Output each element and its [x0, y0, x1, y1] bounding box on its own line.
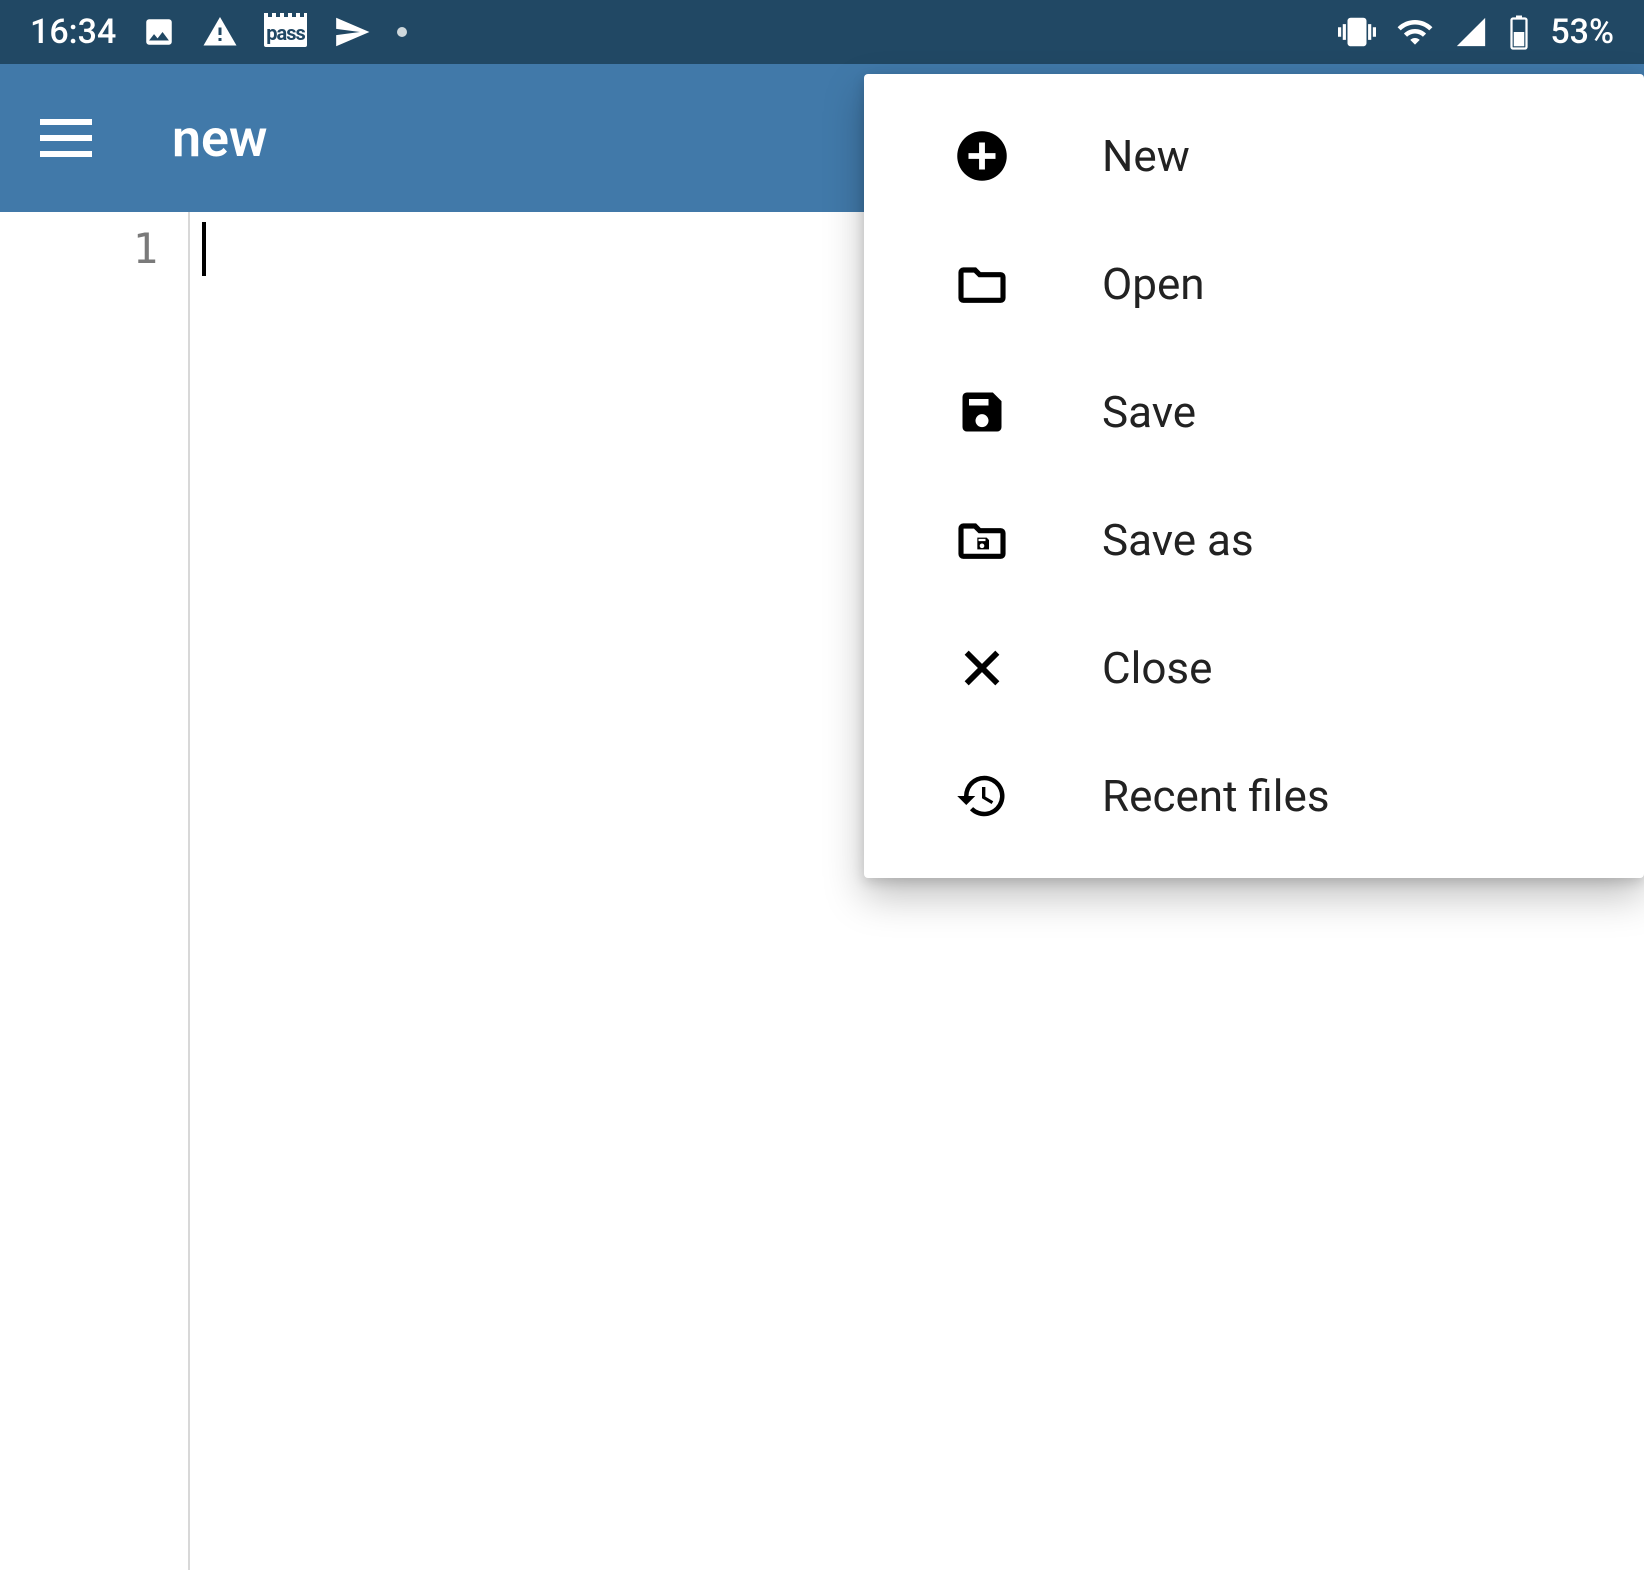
menu-item-label: Recent files — [1102, 770, 1584, 822]
image-icon — [142, 15, 176, 49]
folder-open-icon — [954, 255, 1010, 313]
status-left: 16:34 pass — [30, 12, 407, 52]
save-icon — [954, 386, 1010, 438]
page-title: new — [172, 108, 267, 169]
menu-item-label: New — [1102, 130, 1584, 182]
menu-item-label: Close — [1102, 642, 1584, 694]
cell-icon — [1454, 15, 1488, 49]
battery-text: 53% — [1550, 12, 1614, 52]
line-number: 1 — [0, 224, 158, 273]
menu-item-label: Save as — [1102, 514, 1584, 566]
hamburger-menu-button[interactable] — [40, 119, 92, 157]
save-as-icon — [954, 511, 1010, 569]
history-icon — [954, 769, 1010, 823]
menu-item-label: Save — [1102, 386, 1584, 438]
text-cursor — [202, 222, 206, 276]
menu-item-save-as[interactable]: Save as — [864, 476, 1644, 604]
warning-icon — [202, 14, 238, 50]
send-icon — [333, 13, 371, 51]
menu-item-close[interactable]: Close — [864, 604, 1644, 732]
status-bar: 16:34 pass 53% — [0, 0, 1644, 64]
menu-item-new[interactable]: New — [864, 92, 1644, 220]
line-gutter: 1 — [0, 212, 190, 1570]
menu-item-recent-files[interactable]: Recent files — [864, 732, 1644, 860]
menu-item-open[interactable]: Open — [864, 220, 1644, 348]
vibrate-icon — [1338, 13, 1376, 51]
overflow-menu: New Open Save Save as Close Recent files — [864, 74, 1644, 878]
status-time: 16:34 — [30, 12, 116, 52]
dot-icon — [397, 27, 407, 37]
status-right: 53% — [1338, 12, 1614, 52]
pass-icon: pass — [264, 17, 307, 47]
close-x-icon — [954, 645, 1010, 691]
menu-item-label: Open — [1102, 258, 1584, 310]
wifi-icon — [1396, 13, 1434, 51]
battery-icon — [1508, 14, 1530, 50]
add-circle-icon — [954, 129, 1010, 183]
menu-item-save[interactable]: Save — [864, 348, 1644, 476]
